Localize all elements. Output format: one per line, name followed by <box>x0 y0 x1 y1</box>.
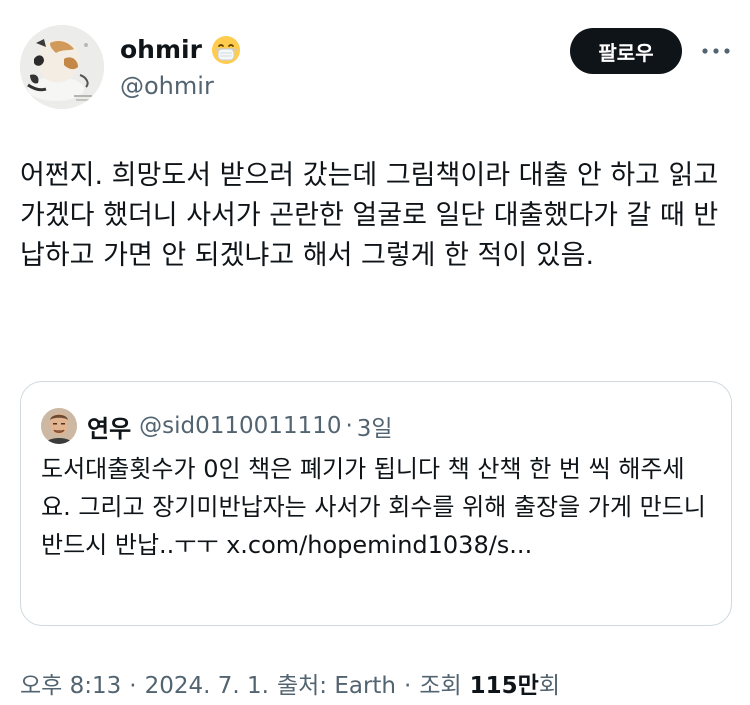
separator-dot: · <box>129 673 137 699</box>
tweet-text: 어쩐지. 희망도서 받으러 갔는데 그림책이라 대출 안 하고 읽고 가겠다 했… <box>20 160 719 271</box>
author-handle[interactable]: @ohmir <box>120 70 214 102</box>
quoted-author-avatar[interactable] <box>41 408 77 444</box>
views-suffix: 회 <box>538 673 560 699</box>
more-button[interactable] <box>698 38 734 64</box>
author-display-name[interactable]: ohmir <box>120 33 202 67</box>
more-horizontal-icon <box>702 48 730 54</box>
views-label: 조회 <box>419 673 462 699</box>
quoted-tweet-header: 연우 @sid0110011110 · 3일 <box>41 408 393 444</box>
tweet-source: 출처: Earth <box>276 673 397 699</box>
quoted-tweet-text: 도서대출횟수가 0인 책은 폐기가 됩니다 책 산책 한 번 씩 해주세요. 그… <box>41 455 706 559</box>
author-display-name-row[interactable]: ohmir <box>120 33 242 67</box>
quoted-author-name[interactable]: 연우 <box>87 409 131 444</box>
separator-dot: · <box>404 673 412 699</box>
avatar[interactable] <box>20 25 104 109</box>
tweet-meta: 오후 8:13 · 2024. 7. 1. 출처: Earth · 조회 115… <box>20 670 560 702</box>
quoted-author-handle[interactable]: @sid0110011110 <box>139 413 341 439</box>
tweet-date[interactable]: 2024. 7. 1. <box>145 670 269 702</box>
follow-button[interactable]: 팔로우 <box>570 28 682 74</box>
separator-dot: · <box>345 413 353 439</box>
quoted-tweet-time[interactable]: 3일 <box>357 409 393 443</box>
tweet-time[interactable]: 오후 8:13 <box>20 670 121 702</box>
views-count: 115만 <box>469 673 539 699</box>
avatar-cat-image <box>20 25 104 109</box>
face-with-medical-mask-icon <box>210 34 242 66</box>
quoted-tweet-card[interactable]: 연우 @sid0110011110 · 3일 도서대출횟수가 0인 책은 폐기가… <box>20 381 732 626</box>
